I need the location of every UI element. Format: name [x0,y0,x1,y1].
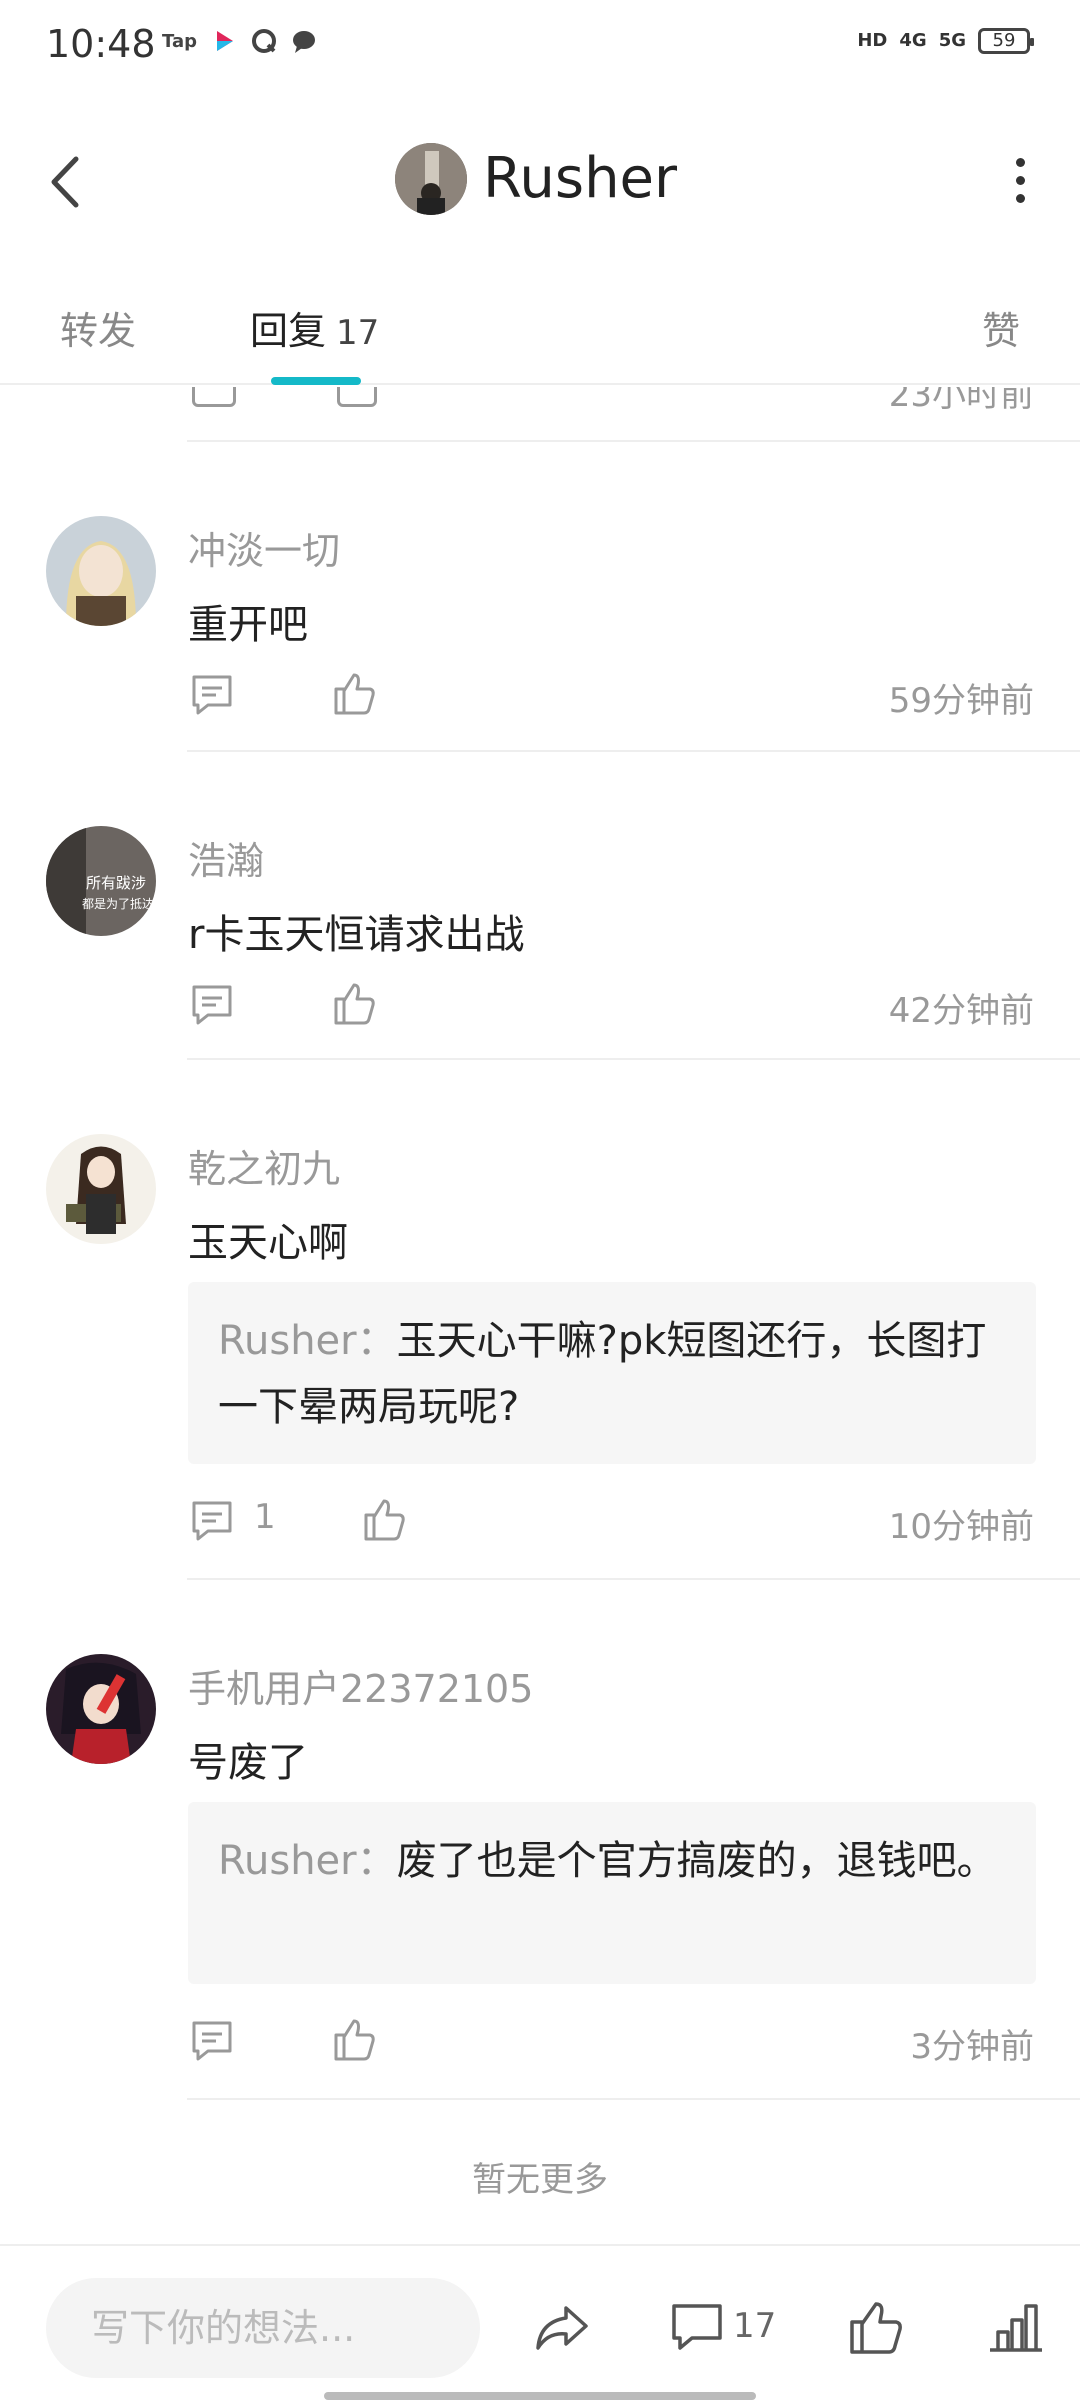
notification-icons: Tap [162,28,317,54]
comment-text: 号废了 [188,1740,308,1786]
comment-actions: 42分钟前 [188,977,1036,1037]
tap-app-icon: Tap [162,30,197,52]
page-header: Rusher [0,95,1080,265]
thumbs-up-icon[interactable] [330,979,378,1027]
thumbs-up-icon[interactable] [330,669,378,717]
comment-time: 10分钟前 [888,1507,1034,1547]
svg-text:所有跋涉: 所有跋涉 [86,874,146,892]
comment-icon[interactable] [188,1497,236,1545]
tab-forward[interactable]: 转发 [60,300,136,355]
comment-icon[interactable] [188,671,236,719]
page-title: Rusher [483,146,678,211]
reply-quote[interactable]: Rusher：废了也是个官方搞废的，退钱吧。 [188,1802,1036,1984]
comment-icon[interactable] [188,2017,236,2065]
comment-time: 23小时前 [888,387,1034,415]
home-indicator [324,2392,756,2400]
comment-time: 42分钟前 [888,991,1034,1031]
message-icon [293,31,315,53]
tab-bar: 转发 回复 17 赞 [0,275,1080,385]
comment-input[interactable]: 写下你的想法... [46,2278,480,2378]
signal-4g-icon: 4G [899,30,927,51]
comment-item: 手机用户22372105 号废了 Rusher：废了也是个官方搞废的，退钱吧。 … [0,1580,1080,2100]
system-status: HD 4G 5G 59 [857,28,1034,54]
comment-author[interactable]: 乾之初九 [188,1138,340,1193]
comment-icon[interactable] [192,387,236,407]
comment-time: 59分钟前 [888,681,1034,721]
comment-text: 重开吧 [188,602,308,648]
reply-quote[interactable]: Rusher：玉天心干嘛?pk短图还行，长图打一下晕两局玩呢? [188,1282,1036,1464]
thumbs-up-icon[interactable] [360,1495,408,1543]
tab-reply[interactable]: 回复 17 [250,300,379,355]
comment-actions: 59分钟前 [188,667,1036,727]
avatar[interactable] [46,516,156,626]
battery-icon: 59 [978,28,1034,54]
comment-item: 乾之初九 玉天心啊 Rusher：玉天心干嘛?pk短图还行，长图打一下晕两局玩呢… [0,1060,1080,1580]
comment-author[interactable]: 冲淡一切 [188,520,340,575]
comment-author[interactable]: 手机用户22372105 [188,1658,533,1713]
comment-count: 17 [733,2306,777,2346]
thumbs-up-icon[interactable] [337,387,377,407]
signal-5g-icon: 5G [938,30,966,51]
reply-author[interactable]: Rusher [218,1318,357,1364]
comment-item: 所有跋涉都是为了抵达 浩瀚 r卡玉天恒请求出战 42分钟前 [0,752,1080,1060]
tab-like[interactable]: 赞 [982,300,1020,355]
more-vertical-icon[interactable] [990,145,1050,215]
comment-icon[interactable] [668,2298,728,2358]
comment-text: 玉天心啊 [188,1220,348,1266]
tab-reply-label: 回复 [250,309,327,353]
share-icon[interactable] [532,2298,592,2358]
reply-text: 废了也是个官方搞废的，退钱吧。 [396,1838,997,1884]
bottom-action-bar: 写下你的想法... 17 [0,2244,1080,2404]
comment-actions: 3分钟前 [188,2013,1036,2073]
tab-indicator [271,377,361,385]
avatar[interactable] [46,1654,156,1764]
comment-actions: 1 10分钟前 [188,1493,1036,1553]
comment-time: 3分钟前 [910,2027,1034,2067]
chevron-left-icon[interactable] [40,147,90,217]
comment-author[interactable]: 浩瀚 [188,830,264,885]
thumbs-up-icon[interactable] [330,2015,378,2063]
reply-separator: ： [356,1318,397,1364]
status-time: 10:48 [46,22,156,66]
hd-icon: HD [857,30,888,51]
comment-icon[interactable] [188,981,236,1029]
divider [187,2098,1080,2100]
reply-separator: ： [356,1838,397,1884]
avatar[interactable]: 所有跋涉都是为了抵达 [46,826,156,936]
svg-text:都是为了抵达: 都是为了抵达 [82,897,154,911]
thumbs-up-icon[interactable] [846,2298,906,2358]
comment-count: 1 [254,1497,276,1537]
reply-author[interactable]: Rusher [218,1838,357,1884]
comment-item: 冲淡一切 重开吧 59分钟前 [0,442,1080,752]
qq-browser-icon [252,29,276,53]
stats-icon[interactable] [986,2298,1046,2358]
no-more-label: 暂无更多 [472,2160,608,2200]
avatar[interactable] [395,143,467,215]
tab-reply-count: 17 [336,313,380,353]
partial-comment-actions: 23小时前 [187,387,1080,442]
video-app-icon [217,31,233,51]
avatar[interactable] [46,1134,156,1244]
comment-text: r卡玉天恒请求出战 [188,912,525,958]
status-bar: 10:48 Tap HD 4G 5G 59 [0,0,1080,95]
